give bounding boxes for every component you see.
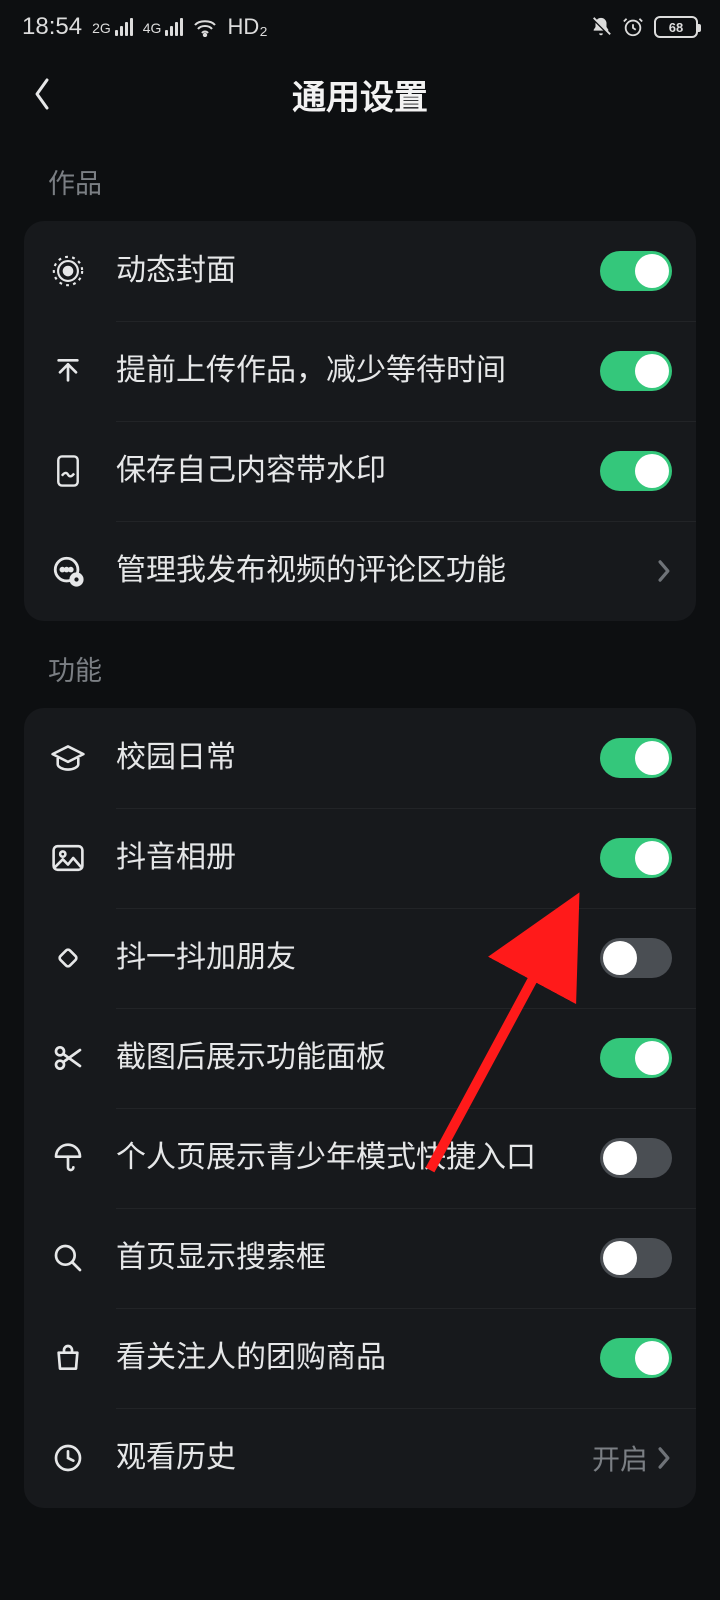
toggle-preupload[interactable]: [600, 351, 672, 391]
status-time: 18:54: [22, 13, 82, 41]
scissors-icon: [48, 1038, 88, 1078]
row-watch-history[interactable]: 观看历史 开启: [24, 1408, 696, 1508]
row-label: 截图后展示功能面板: [116, 1040, 600, 1076]
wifi-icon: [193, 17, 217, 37]
back-button[interactable]: [12, 64, 72, 124]
section-card-works: 动态封面 提前上传作品，减少等待时间 保存自己内容带水印 管理我发布视频的评论区…: [24, 221, 696, 621]
row-campus[interactable]: 校园日常: [24, 708, 696, 808]
bell-muted-icon: [590, 16, 612, 38]
toggle-home-search[interactable]: [600, 1238, 672, 1278]
row-preupload[interactable]: 提前上传作品，减少等待时间: [24, 321, 696, 421]
row-label: 个人页展示青少年模式快捷入口: [116, 1140, 600, 1176]
row-watermark[interactable]: 保存自己内容带水印: [24, 421, 696, 521]
row-dynamic-cover[interactable]: 动态封面: [24, 221, 696, 321]
target-icon: [48, 251, 88, 291]
row-follow-group-buy[interactable]: 看关注人的团购商品: [24, 1308, 696, 1408]
row-home-search[interactable]: 首页显示搜索框: [24, 1208, 696, 1308]
chevron-right-icon: [656, 558, 672, 584]
toggle-album[interactable]: [600, 838, 672, 878]
image-file-icon: [48, 451, 88, 491]
clock-icon: [48, 1438, 88, 1478]
row-label: 抖音相册: [116, 840, 600, 876]
alarm-clock-icon: [622, 16, 644, 38]
section-card-features: 校园日常 抖音相册 抖一抖加朋友 截图后展示功能面板 个人页展示青少年模式快捷入…: [24, 708, 696, 1508]
row-screenshot-panel[interactable]: 截图后展示功能面板: [24, 1008, 696, 1108]
shopping-bag-icon: [48, 1338, 88, 1378]
toggle-teen-shortcut[interactable]: [600, 1138, 672, 1178]
toggle-shake-friends[interactable]: [600, 938, 672, 978]
chevron-left-icon: [28, 74, 56, 114]
row-label: 观看历史: [116, 1440, 592, 1476]
row-value: 开启: [592, 1438, 648, 1478]
rotate-icon: [48, 938, 88, 978]
row-label: 校园日常: [116, 740, 600, 776]
section-header-works: 作品: [0, 134, 720, 221]
toggle-watermark[interactable]: [600, 451, 672, 491]
page-title: 通用设置: [292, 70, 428, 119]
search-icon: [48, 1238, 88, 1278]
toggle-screenshot-panel[interactable]: [600, 1038, 672, 1078]
battery-icon: 68: [654, 16, 698, 38]
row-album[interactable]: 抖音相册: [24, 808, 696, 908]
toggle-follow-group-buy[interactable]: [600, 1338, 672, 1378]
signal-4g-icon: [165, 18, 183, 36]
status-hd-label: HD₂: [227, 14, 267, 40]
status-2g-label: 2G: [92, 20, 111, 36]
row-label: 管理我发布视频的评论区功能: [116, 553, 656, 589]
signal-2g-icon: [115, 18, 133, 36]
upload-icon: [48, 351, 88, 391]
comment-settings-icon: [48, 551, 88, 591]
section-header-features: 功能: [0, 621, 720, 708]
photo-icon: [48, 838, 88, 878]
row-label: 抖一抖加朋友: [116, 940, 600, 976]
row-label: 看关注人的团购商品: [116, 1340, 600, 1376]
row-manage-comments[interactable]: 管理我发布视频的评论区功能: [24, 521, 696, 621]
row-teen-shortcut[interactable]: 个人页展示青少年模式快捷入口: [24, 1108, 696, 1208]
page-header: 通用设置: [0, 54, 720, 134]
row-label: 保存自己内容带水印: [116, 453, 600, 489]
umbrella-icon: [48, 1138, 88, 1178]
chevron-right-icon: [656, 1445, 672, 1471]
battery-level: 68: [669, 20, 683, 35]
graduation-cap-icon: [48, 738, 88, 778]
status-bar: 18:54 2G 4G HD₂ 68: [0, 0, 720, 54]
row-label: 提前上传作品，减少等待时间: [116, 353, 600, 389]
row-label: 首页显示搜索框: [116, 1240, 600, 1276]
toggle-campus[interactable]: [600, 738, 672, 778]
toggle-dynamic-cover[interactable]: [600, 251, 672, 291]
status-4g-label: 4G: [143, 20, 162, 36]
row-shake-friends[interactable]: 抖一抖加朋友: [24, 908, 696, 1008]
row-label: 动态封面: [116, 253, 600, 289]
